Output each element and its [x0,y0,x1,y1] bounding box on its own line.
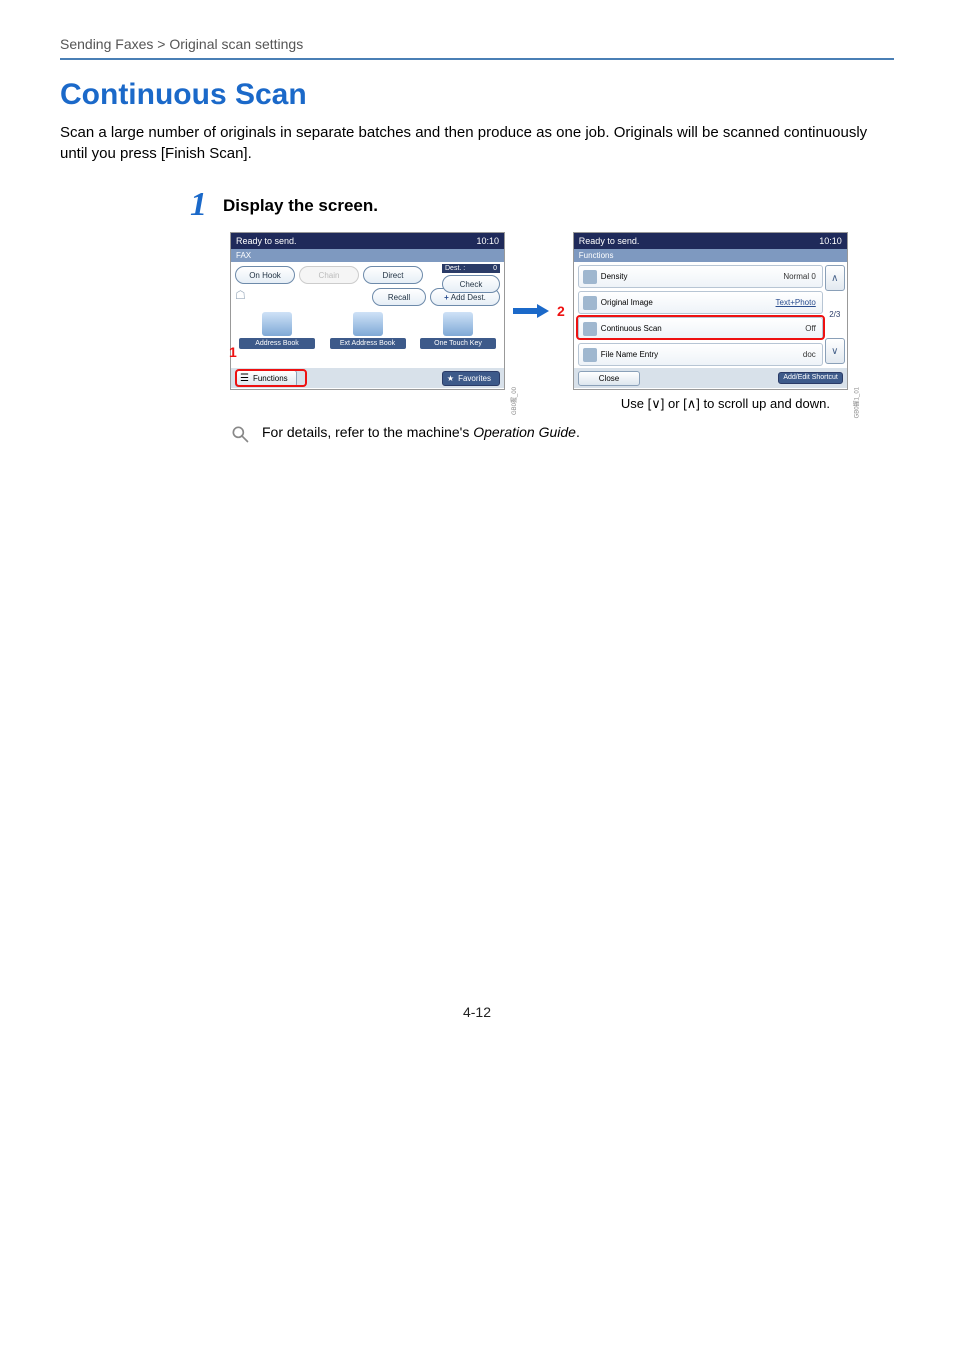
plus-icon: + [444,293,449,302]
recall-button[interactable]: Recall [372,288,426,306]
status-text: Ready to send. [236,236,297,246]
note-text: For details, refer to the machine's Oper… [262,424,580,440]
add-edit-shortcut-button[interactable]: Add/Edit Shortcut [778,372,842,384]
one-touch-key-button[interactable]: One Touch Key [420,312,496,349]
density-label: Density [601,272,628,281]
ext-address-book-label: Ext Address Book [330,338,406,349]
density-icon [583,270,597,284]
clock: 10:10 [476,236,499,246]
fax-send-screen: Ready to send. 10:10 FAX Dest. : 0 Check… [230,232,505,390]
magnifier-icon [230,424,250,444]
original-image-value: Text+Photo [776,298,816,307]
breadcrumb: Sending Faxes > Original scan settings [60,36,894,52]
image-code: GB0握1_01 [852,387,861,418]
clock: 10:10 [819,236,842,246]
address-book-button[interactable]: Address Book [239,312,315,349]
direct-button[interactable]: Direct [363,266,423,284]
chain-button[interactable]: Chain [299,266,359,284]
page-title: Continuous Scan [60,78,894,112]
one-touch-key-icon [443,312,473,336]
file-name-entry-label: File Name Entry [601,350,658,359]
page-number: 4-12 [60,1004,894,1020]
address-book-label: Address Book [239,338,315,349]
image-code: GB0握_00 [509,387,518,415]
scroll-up-button[interactable]: ∧ [825,265,845,291]
file-name-entry-icon [583,348,597,362]
tab-functions: Functions [574,249,847,262]
original-image-icon [583,296,597,310]
density-row[interactable]: Density Normal 0 [578,265,823,288]
callout-1: 1 [229,344,237,360]
on-hook-button[interactable]: On Hook [235,266,295,284]
dest-count: 0 [493,265,497,272]
one-touch-key-label: One Touch Key [420,338,496,349]
dest-label: Dest. : [445,265,465,272]
original-image-label: Original Image [601,298,653,307]
add-dest-label: Add Dest. [451,293,486,302]
tab-fax[interactable]: FAX [231,249,504,262]
file-name-entry-row[interactable]: File Name Entry doc [578,343,823,366]
callout-2: 2 [557,303,565,319]
status-text: Ready to send. [579,236,640,246]
chevron-up-icon: ∧ [687,396,697,411]
divider [60,58,894,60]
density-value: Normal 0 [783,272,815,281]
arrow-icon [513,304,549,318]
scroll-caption: Use [∨] or [∧] to scroll up and down. [60,396,830,412]
functions-screen: Ready to send. 10:10 Functions Density N… [573,232,848,390]
star-icon: ★ [447,374,454,383]
ext-address-book-icon [353,312,383,336]
callout-box-continuous-scan [576,315,825,340]
callout-box-functions [235,369,307,387]
chevron-down-icon: ∨ [831,346,838,357]
scroll-down-button[interactable]: ∨ [825,338,845,364]
original-image-row[interactable]: Original Image Text+Photo [578,291,823,314]
step-title: Display the screen. [223,188,378,216]
check-button[interactable]: Check [442,275,500,293]
favorites-button[interactable]: ★ Favorites [442,371,500,386]
close-button[interactable]: Close [578,371,640,386]
chevron-up-icon: ∧ [831,273,838,284]
ext-address-book-button[interactable]: Ext Address Book [330,312,406,349]
page-indicator: 2/3 [828,308,841,321]
favorites-label: Favorites [458,374,491,383]
step-number: 1 [190,188,207,222]
placeholder-icon: ☖ [235,288,246,306]
chevron-down-icon: ∨ [651,396,661,411]
file-name-entry-value: doc [803,350,816,359]
intro-text: Scan a large number of originals in sepa… [60,122,894,164]
address-book-icon [262,312,292,336]
